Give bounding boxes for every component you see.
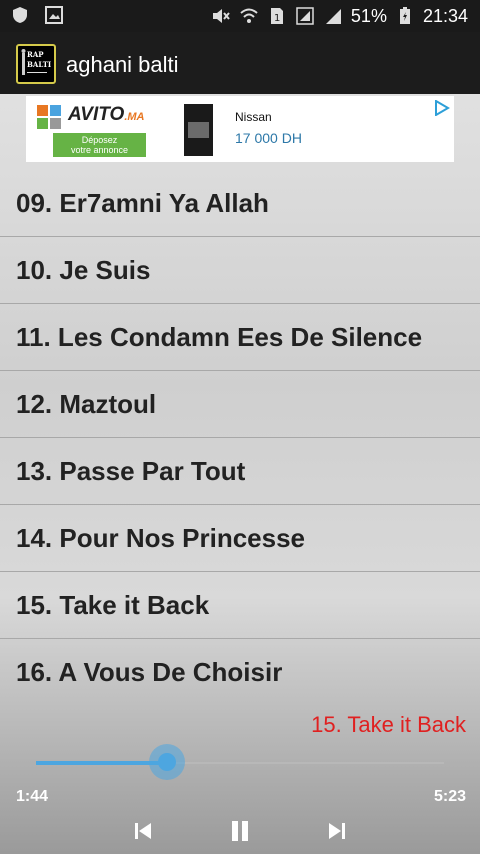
svg-text:1: 1 <box>274 13 280 24</box>
ad-thumbnail[interactable] <box>184 104 213 156</box>
pause-button[interactable] <box>225 816 255 846</box>
mute-icon <box>211 6 231 26</box>
previous-icon <box>135 823 151 839</box>
song-row[interactable]: 16. A Vous De Choisir <box>0 639 480 706</box>
seek-bar-progress <box>36 761 167 765</box>
song-title: 16. A Vous De Choisir <box>16 657 283 687</box>
image-icon <box>44 5 64 25</box>
song-list: 09. Er7amni Ya Allah 10. Je Suis 11. Les… <box>0 170 480 706</box>
app-icon-text: RAP <box>27 50 44 59</box>
app-icon-text: BALTI <box>27 60 51 69</box>
song-row[interactable]: 13. Passe Par Tout <box>0 438 480 505</box>
song-title: 15. Take it Back <box>16 589 210 620</box>
ad-brand: AVITO.MA <box>68 104 144 126</box>
song-title: 09. Er7amni Ya Allah <box>16 187 269 218</box>
ad-thumbnail-image <box>188 122 209 138</box>
ad-choices-icon[interactable] <box>434 99 450 121</box>
seek-bar-thumb-core <box>157 753 176 771</box>
song-title: 13. Passe Par Tout <box>16 455 246 486</box>
song-row[interactable]: 12. Maztoul <box>0 371 480 438</box>
ad-banner[interactable]: AVITO.MA Déposez votre annonce Nissan 17… <box>26 96 454 162</box>
ad-item-title: Nissan <box>235 110 272 124</box>
status-bar: 1 51% 21:34 <box>0 0 480 32</box>
clock: 21:34 <box>422 6 468 26</box>
now-playing-title: 15. Take it Back <box>311 712 466 737</box>
song-title: 11. Les Condamn Ees De Silence <box>16 321 423 352</box>
ad-brand-suffix: .MA <box>124 111 145 123</box>
song-title: 14. Pour Nos Princesse <box>16 522 306 553</box>
total-time: 5:23 <box>433 788 466 805</box>
app-icon[interactable]: RAP BALTI <box>16 44 56 84</box>
ad-price: 17 000 DH <box>235 130 302 146</box>
song-row[interactable]: 11. Les Condamn Ees De Silence <box>0 304 480 371</box>
seek-bar[interactable] <box>36 744 444 780</box>
song-row[interactable]: 09. Er7amni Ya Allah <box>0 170 480 237</box>
battery-icon <box>395 6 415 26</box>
avito-logo-icon <box>36 104 62 130</box>
next-button[interactable] <box>322 816 352 846</box>
signal-icon <box>295 6 315 26</box>
action-bar: RAP BALTI aghani balti <box>0 32 480 94</box>
song-row[interactable]: 15. Take it Back <box>0 572 480 639</box>
song-row[interactable]: 10. Je Suis <box>0 237 480 304</box>
wifi-icon <box>239 6 259 26</box>
previous-button[interactable] <box>128 816 158 846</box>
next-icon <box>329 823 345 839</box>
elapsed-time: 1:44 <box>16 788 49 805</box>
battery-percent: 51% <box>350 6 387 26</box>
signal-icon <box>323 6 343 26</box>
shield-icon <box>10 5 30 25</box>
song-title: 12. Maztoul <box>16 388 157 419</box>
ad-cta-line: Déposez <box>81 135 118 145</box>
song-title: 10. Je Suis <box>16 254 151 285</box>
ad-brand-name: AVITO <box>68 104 125 125</box>
ad-cta-line: votre annonce <box>70 145 129 155</box>
sim-icon: 1 <box>267 6 287 26</box>
seek-bar-thumb[interactable] <box>148 744 185 780</box>
ad-cta-button[interactable]: Déposez votre annonce <box>53 133 146 157</box>
song-row[interactable]: 14. Pour Nos Princesse <box>0 505 480 572</box>
app-title: aghani balti <box>66 52 179 77</box>
pause-icon <box>232 821 248 841</box>
